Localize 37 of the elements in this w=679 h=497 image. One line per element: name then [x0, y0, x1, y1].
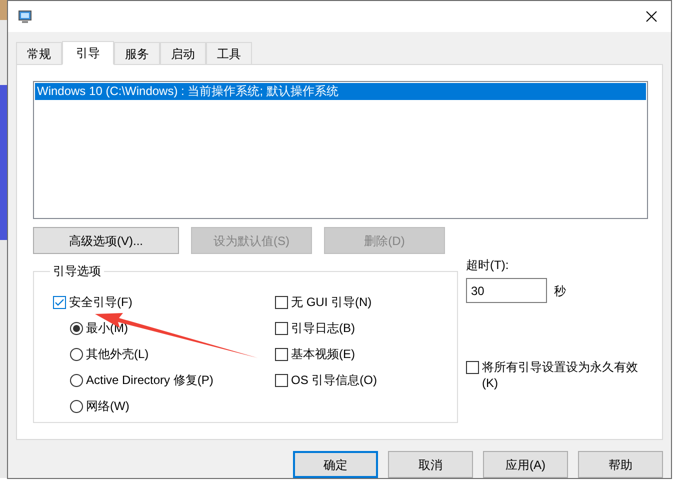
timeout-label: 超时(T): [466, 258, 510, 272]
tab[interactable]: 启动 [160, 42, 206, 64]
radio-button[interactable] [70, 348, 83, 360]
button[interactable]: 确定 [293, 451, 378, 478]
tab[interactable]: 引导 [62, 41, 114, 65]
checkbox[interactable] [53, 296, 66, 308]
computer-icon [18, 10, 32, 24]
radio-button[interactable] [70, 322, 83, 334]
radio-button[interactable] [70, 400, 83, 412]
option-label: 安全引导(F) [69, 294, 132, 311]
option-label: 将所有引导设置设为永久有效 (K) [482, 359, 639, 391]
button[interactable]: 取消 [388, 451, 473, 478]
tab[interactable]: 服务 [114, 42, 160, 64]
timeout-unit: 秒 [554, 282, 566, 300]
checkbox[interactable] [275, 322, 288, 334]
button[interactable]: 高级选项(V)... [33, 227, 179, 254]
option-label: 引导日志(B) [291, 320, 355, 337]
option-label: 网络(W) [86, 398, 130, 415]
boot-list[interactable]: Windows 10 (C:\Windows) : 当前操作系统; 默认操作系统 [33, 81, 648, 219]
tab[interactable]: 工具 [206, 42, 252, 64]
close-icon [646, 11, 656, 22]
option-label: OS 引导信息(O) [291, 372, 377, 389]
group-title: 引导选项 [52, 264, 102, 278]
tab[interactable]: 常规 [16, 42, 62, 64]
list-row[interactable]: Windows 10 (C:\Windows) : 当前操作系统; 默认操作系统 [35, 83, 646, 100]
option-label: 无 GUI 引导(N) [291, 294, 372, 311]
option-label: 基本视频(E) [291, 346, 355, 363]
option-label: 其他外壳(L) [86, 346, 149, 363]
button[interactable]: 应用(A) [483, 451, 568, 478]
checkbox[interactable] [466, 361, 479, 374]
checkbox[interactable] [275, 374, 288, 386]
option-label: Active Directory 修复(P) [86, 372, 214, 389]
button[interactable]: 帮助 [578, 451, 663, 478]
checkbox[interactable] [275, 348, 288, 360]
radio-button[interactable] [70, 374, 83, 386]
checkbox[interactable] [275, 296, 288, 308]
timeout-field[interactable]: 30 [466, 278, 547, 303]
